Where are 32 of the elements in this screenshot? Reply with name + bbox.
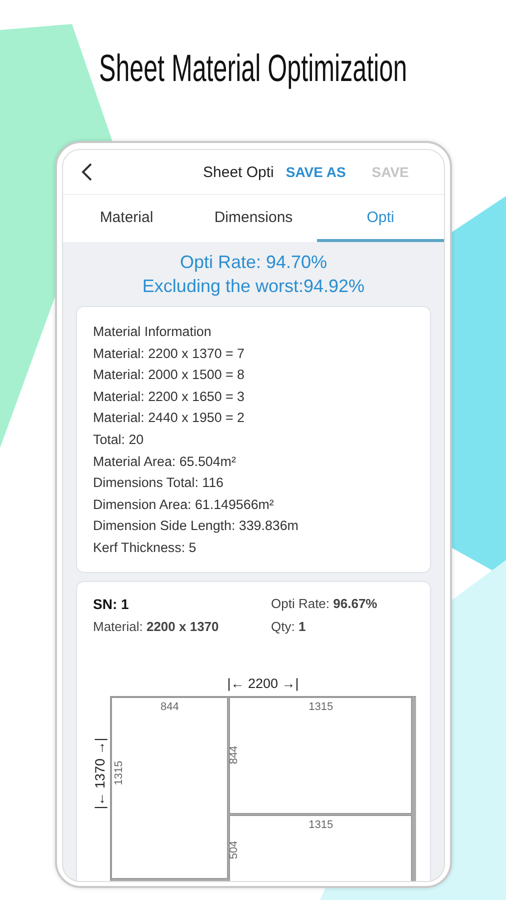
sheet-rate: Opti Rate: 96.67% bbox=[271, 596, 378, 612]
info-line: Kerf Thickness: 5 bbox=[93, 538, 198, 557]
info-line: Material: 2440 x 1950 = 2 bbox=[93, 409, 246, 428]
piece-height-label: 844 bbox=[228, 746, 241, 764]
info-line: Dimension Area: 61.149566m² bbox=[93, 496, 275, 514]
back-icon[interactable] bbox=[81, 163, 93, 181]
piece-width-label: 1315 bbox=[308, 700, 334, 713]
info-line: Dimensions Total: 116 bbox=[93, 474, 225, 492]
info-line: Material: 2200 x 1650 = 3 bbox=[93, 388, 246, 406]
info-line: Total: 20 bbox=[93, 430, 145, 449]
sheet-width-label: |← 2200 →| bbox=[227, 676, 299, 691]
sheet-height-label: |← 1370 →| bbox=[92, 737, 108, 809]
info-line: Material: 2200 x 1370 = 7 bbox=[93, 344, 246, 363]
tab[interactable]: Material bbox=[63, 195, 190, 242]
save-as-button[interactable]: SAVE AS bbox=[280, 160, 352, 184]
sheet-qty: Qty: 1 bbox=[271, 618, 307, 634]
sheet-material: Material: 2200 x 1370 bbox=[93, 618, 220, 634]
page-title: Sheet Material Optimization bbox=[98, 47, 408, 92]
rate-summary: Opti Rate: 94.70% bbox=[178, 251, 328, 274]
info-line: Material Area: 65.504m² bbox=[93, 452, 237, 471]
piece-width-label: 844 bbox=[160, 700, 179, 713]
info-line: Material Information bbox=[93, 323, 212, 341]
piece-height-label: 1315 bbox=[113, 760, 126, 785]
info-line: Material: 2000 x 1500 = 8 bbox=[93, 366, 246, 384]
screen-title: Sheet Opti bbox=[203, 164, 274, 180]
sheet-number: SN: 1 bbox=[93, 596, 130, 612]
rate-summary: Excluding the worst:94.92% bbox=[141, 275, 366, 298]
tab[interactable]: Dimensions bbox=[190, 195, 317, 242]
piece-height-label: 504 bbox=[228, 840, 241, 860]
tab[interactable]: Opti bbox=[317, 195, 444, 242]
info-line: Dimension Side Length: 339.836m bbox=[93, 517, 300, 536]
piece-width-label: 1315 bbox=[308, 818, 334, 831]
